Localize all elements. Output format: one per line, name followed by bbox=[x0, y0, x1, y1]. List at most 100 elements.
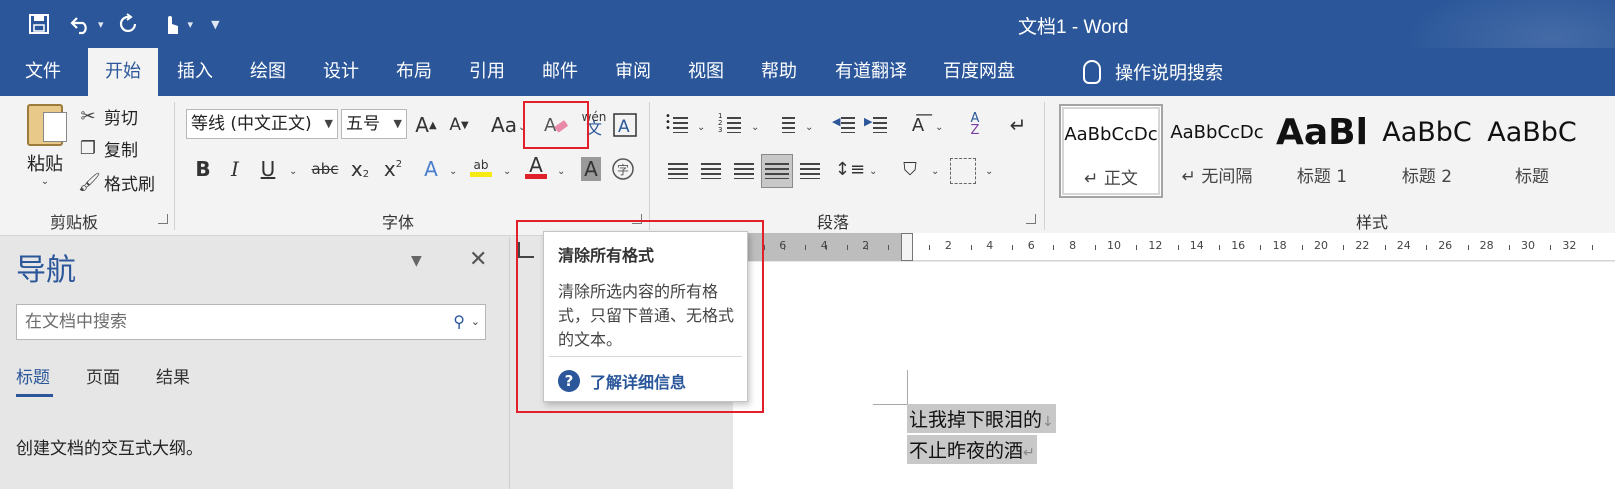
style-heading-1[interactable]: AaBl 标题 1 bbox=[1273, 104, 1371, 198]
search-icon[interactable]: ⚲ bbox=[453, 305, 465, 339]
style-name: 标题 bbox=[1515, 167, 1549, 187]
chevron-down-icon[interactable]: ⌄ bbox=[471, 305, 480, 339]
window-title: 文档1 - Word bbox=[1018, 17, 1129, 38]
pane-options-icon[interactable]: ▼ bbox=[411, 253, 422, 269]
indent-marker[interactable] bbox=[901, 233, 913, 261]
tab-review[interactable]: 审阅 bbox=[604, 48, 662, 96]
ruler-tick-label: 22 bbox=[1355, 239, 1370, 252]
subscript-icon[interactable]: x2 bbox=[345, 153, 375, 185]
horizontal-ruler[interactable]: 86422468101214161820222426283032 bbox=[733, 233, 1615, 261]
document-line[interactable]: 不止昨夜的酒↵ bbox=[907, 435, 1037, 464]
bullets-icon[interactable]: • • • bbox=[665, 112, 691, 138]
document-page[interactable]: 让我掉下眼泪的↓ 不止昨夜的酒↵ bbox=[733, 262, 1615, 489]
undo-icon[interactable] bbox=[64, 10, 98, 38]
format-painter-button[interactable]: 🖌 格式刷 bbox=[78, 170, 155, 195]
borders-dropdown-icon[interactable]: ⌄ bbox=[985, 166, 993, 177]
paste-dropdown-icon[interactable]: ⌄ bbox=[22, 176, 68, 187]
italic-icon[interactable]: I bbox=[220, 153, 250, 185]
enclose-characters-icon[interactable]: 字 bbox=[608, 153, 638, 185]
tab-layout[interactable]: 布局 bbox=[385, 48, 443, 96]
customize-qat-icon[interactable]: ▼ bbox=[211, 18, 219, 31]
bullets-dropdown-icon[interactable]: ⌄ bbox=[697, 122, 705, 133]
text-effects-dropdown-icon[interactable]: ⌄ bbox=[449, 166, 457, 177]
multilevel-dropdown-icon[interactable]: ⌄ bbox=[805, 122, 813, 133]
redo-icon[interactable] bbox=[112, 10, 146, 38]
superscript-icon[interactable]: x2 bbox=[378, 153, 408, 185]
highlighter-icon[interactable]: ab bbox=[466, 151, 496, 183]
font-name-combo[interactable]: 等线 (中文正文) ▼ bbox=[186, 109, 338, 139]
text-effects-icon[interactable]: A bbox=[416, 153, 446, 185]
navigation-search-input[interactable]: 在文档中搜索 ⚲ ⌄ bbox=[16, 304, 486, 340]
line-spacing-icon[interactable]: ↕≡ bbox=[835, 153, 865, 185]
tab-insert[interactable]: 插入 bbox=[166, 48, 224, 96]
ruler-tick bbox=[1053, 245, 1054, 250]
distributed-icon[interactable] bbox=[797, 158, 823, 184]
tab-view[interactable]: 视图 bbox=[677, 48, 735, 96]
numbering-dropdown-icon[interactable]: ⌄ bbox=[751, 122, 759, 133]
nav-tab-pages[interactable]: 页面 bbox=[86, 363, 120, 388]
tab-baidu-netdisk[interactable]: 百度网盘 bbox=[934, 48, 1024, 96]
nav-tab-headings[interactable]: 标题 bbox=[16, 363, 50, 388]
touch-mode-dropdown-icon[interactable]: ▾ bbox=[188, 18, 194, 31]
chinese-layout-icon[interactable]: A͞ bbox=[903, 109, 933, 141]
line-spacing-dropdown-icon[interactable]: ⌄ bbox=[869, 166, 877, 177]
tab-file[interactable]: 文件 bbox=[14, 48, 72, 96]
nav-tab-results[interactable]: 结果 bbox=[156, 363, 190, 388]
cut-button[interactable]: ✂ 剪切 bbox=[78, 104, 138, 129]
highlighter-dropdown-icon[interactable]: ⌄ bbox=[503, 166, 511, 177]
ruler-tick-label: 4 bbox=[986, 239, 994, 252]
tab-design[interactable]: 设计 bbox=[312, 48, 370, 96]
decrease-indent-icon[interactable]: ◀ bbox=[832, 112, 858, 138]
borders-icon[interactable] bbox=[950, 158, 976, 184]
grow-font-icon[interactable]: A ▲ bbox=[411, 109, 441, 141]
touch-mode-icon[interactable] bbox=[154, 10, 188, 38]
font-size-combo[interactable]: 五号 ▼ bbox=[341, 109, 407, 139]
tell-me-search[interactable]: 操作说明搜索 bbox=[1083, 48, 1223, 96]
style-no-spacing[interactable]: AaBbCcDc ↵ 无间隔 bbox=[1168, 104, 1266, 198]
tab-draw[interactable]: 绘图 bbox=[239, 48, 297, 96]
font-color-icon[interactable]: A bbox=[521, 151, 551, 183]
shrink-font-icon[interactable]: A ▼ bbox=[444, 109, 474, 141]
style-heading-2[interactable]: AaBbC 标题 2 bbox=[1378, 104, 1476, 198]
chinese-layout-dropdown-icon[interactable]: ⌄ bbox=[935, 122, 943, 133]
strikethrough-icon[interactable]: abc bbox=[308, 153, 342, 185]
style-sample: AaBbC bbox=[1487, 117, 1577, 148]
sort-icon[interactable]: AZ bbox=[960, 109, 990, 141]
tab-youdao-translate[interactable]: 有道翻译 bbox=[826, 48, 916, 96]
font-size-value: 五号 bbox=[346, 114, 380, 134]
style-normal[interactable]: AaBbCcDc ↵ 正文 bbox=[1059, 104, 1163, 198]
undo-dropdown-icon[interactable]: ▾ bbox=[98, 18, 104, 31]
multilevel-list-icon[interactable] bbox=[772, 112, 798, 138]
character-border-icon[interactable]: A bbox=[610, 109, 640, 141]
style-title[interactable]: AaBbC 标题 bbox=[1483, 104, 1581, 198]
document-line[interactable]: 让我掉下眼泪的↓ bbox=[907, 404, 1056, 433]
ruler-tick-label: 10 bbox=[1107, 239, 1121, 252]
character-shading-icon[interactable]: A bbox=[576, 153, 606, 185]
paste-button[interactable]: 粘贴 ⌄ bbox=[22, 104, 68, 187]
close-icon[interactable]: ✕ bbox=[469, 247, 487, 272]
search-placeholder: 在文档中搜索 bbox=[25, 312, 127, 332]
underline-dropdown-icon[interactable]: ⌄ bbox=[289, 166, 297, 177]
tab-help[interactable]: 帮助 bbox=[750, 48, 808, 96]
justify-icon[interactable] bbox=[761, 154, 793, 188]
clipboard-dialog-launcher[interactable] bbox=[158, 214, 168, 224]
paragraph-dialog-launcher[interactable] bbox=[1026, 214, 1036, 224]
align-left-icon[interactable] bbox=[665, 158, 691, 184]
tab-references[interactable]: 引用 bbox=[458, 48, 516, 96]
copy-button[interactable]: ❐ 复制 bbox=[78, 136, 138, 161]
tab-mailings[interactable]: 邮件 bbox=[531, 48, 589, 96]
show-formatting-marks-icon[interactable]: ↵ bbox=[1003, 109, 1033, 141]
align-right-icon[interactable] bbox=[731, 158, 757, 184]
bold-icon[interactable]: B bbox=[188, 153, 218, 185]
shading-icon[interactable]: ⛉ bbox=[895, 153, 925, 185]
align-center-icon[interactable] bbox=[698, 158, 724, 184]
save-icon[interactable] bbox=[22, 10, 56, 38]
increase-indent-icon[interactable]: ▶ bbox=[864, 112, 890, 138]
group-separator bbox=[649, 102, 650, 230]
numbering-icon[interactable]: 123 bbox=[718, 112, 744, 138]
underline-icon[interactable]: U bbox=[253, 153, 283, 185]
ruler-tick bbox=[847, 245, 848, 250]
shading-dropdown-icon[interactable]: ⌄ bbox=[931, 166, 939, 177]
tab-home[interactable]: 开始 bbox=[88, 48, 158, 96]
font-color-dropdown-icon[interactable]: ⌄ bbox=[557, 166, 565, 177]
